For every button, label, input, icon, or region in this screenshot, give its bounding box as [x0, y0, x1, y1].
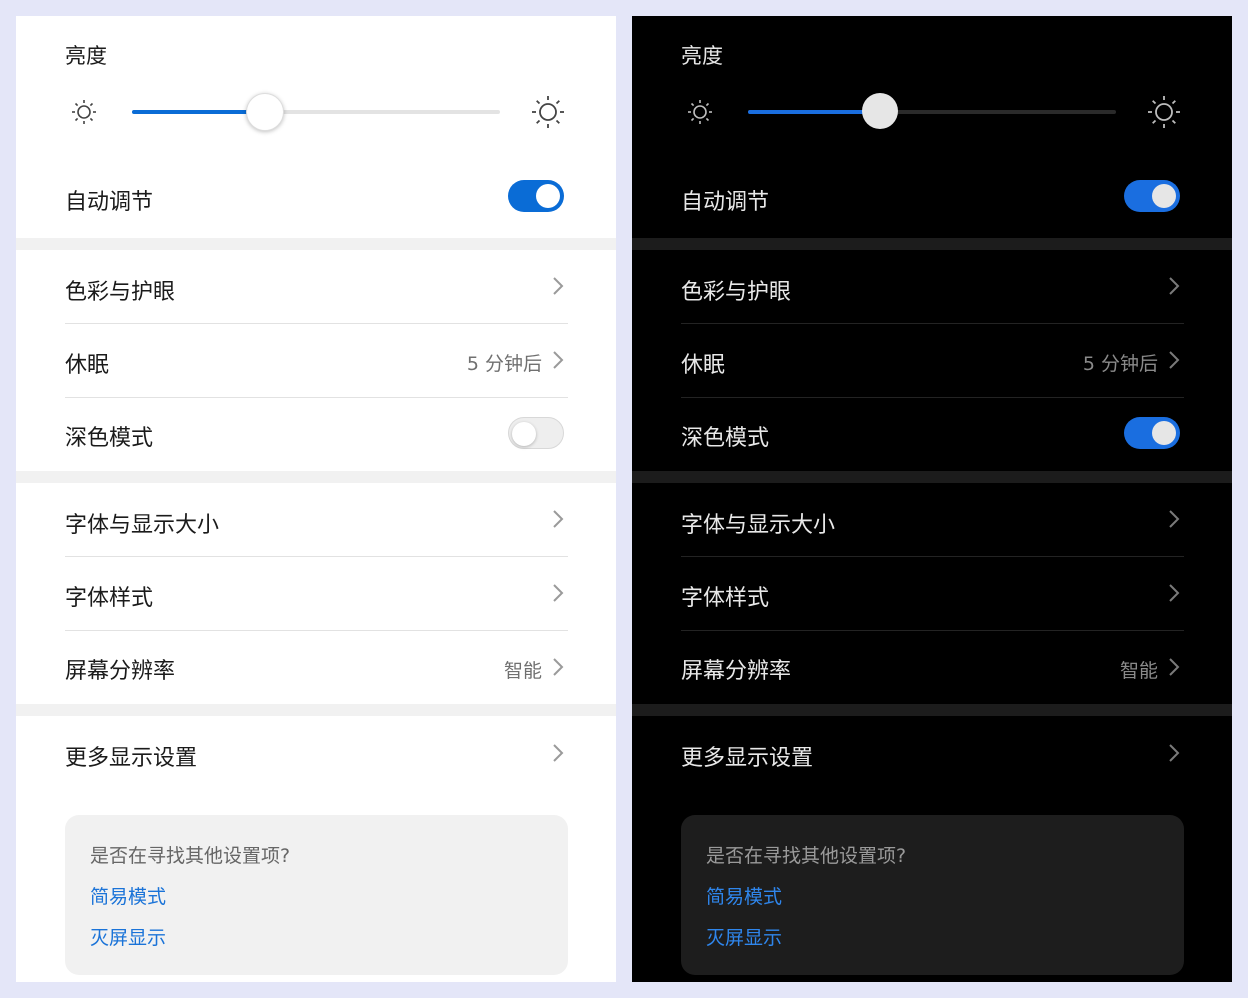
brightness-slider[interactable] [748, 93, 1116, 129]
divider [681, 556, 1184, 557]
resolution-label[interactable]: 屏幕分辨率 [681, 653, 791, 685]
more-display-label[interactable]: 更多显示设置 [65, 740, 197, 772]
section-gap [16, 704, 616, 716]
divider [65, 630, 568, 631]
sleep-label[interactable]: 休眠 [681, 347, 725, 379]
sun-large-icon [1147, 95, 1181, 129]
auto-adjust-toggle[interactable] [508, 180, 564, 212]
chevron-right-icon [550, 275, 566, 297]
divider [65, 323, 568, 324]
suggestion-question: 是否在寻找其他设置项? [90, 845, 291, 867]
chevron-right-icon [550, 582, 566, 604]
chevron-right-icon [550, 508, 566, 530]
section-gap [632, 471, 1232, 483]
aod-link[interactable]: 灭屏显示 [706, 923, 782, 950]
dark-mode-toggle[interactable] [508, 417, 564, 449]
sun-small-icon [67, 95, 101, 129]
dark-mode-label: 深色模式 [65, 426, 154, 451]
auto-adjust-label: 自动调节 [65, 190, 154, 215]
chevron-right-icon [550, 742, 566, 764]
divider [65, 556, 568, 557]
suggestion-card: 是否在寻找其他设置项? 简易模式 灭屏显示 [65, 815, 568, 975]
auto-adjust-label: 自动调节 [681, 190, 770, 215]
section-gap [632, 704, 1232, 716]
dark-mode-toggle[interactable] [1124, 417, 1180, 449]
aod-link[interactable]: 灭屏显示 [90, 923, 166, 950]
resolution-value: 智能 [503, 660, 542, 682]
simple-mode-link[interactable]: 简易模式 [90, 882, 166, 909]
chevron-right-icon [1166, 742, 1182, 764]
display-settings-dark: 亮度 自动调节 色彩与护眼 休眠 5 分钟后 深色模式 字体与显示大小 字体样式… [632, 16, 1232, 982]
resolution-label[interactable]: 屏幕分辨率 [65, 653, 175, 685]
sleep-value: 5 分钟后 [466, 353, 542, 375]
section-gap [632, 238, 1232, 250]
brightness-slider[interactable] [132, 93, 500, 131]
chevron-right-icon [1166, 508, 1182, 530]
divider [681, 397, 1184, 398]
resolution-value: 智能 [1119, 660, 1158, 682]
divider [681, 323, 1184, 324]
chevron-right-icon [1166, 275, 1182, 297]
suggestion-question: 是否在寻找其他设置项? [706, 845, 907, 867]
color-eye-label[interactable]: 色彩与护眼 [65, 274, 175, 306]
chevron-right-icon [550, 349, 566, 371]
auto-adjust-toggle[interactable] [1124, 180, 1180, 212]
chevron-right-icon [1166, 656, 1182, 678]
suggestion-card: 是否在寻找其他设置项? 简易模式 灭屏显示 [681, 815, 1184, 975]
color-eye-label[interactable]: 色彩与护眼 [681, 274, 791, 306]
brightness-slider-fill [132, 110, 265, 114]
section-gap [16, 238, 616, 250]
dark-mode-label: 深色模式 [681, 426, 770, 451]
brightness-slider-thumb[interactable] [862, 93, 899, 129]
divider [681, 630, 1184, 631]
more-display-label[interactable]: 更多显示设置 [681, 740, 813, 772]
font-display-size-label[interactable]: 字体与显示大小 [65, 507, 219, 539]
simple-mode-link[interactable]: 简易模式 [706, 882, 782, 909]
font-style-label[interactable]: 字体样式 [681, 580, 769, 612]
font-display-size-label[interactable]: 字体与显示大小 [681, 507, 835, 539]
brightness-label: 亮度 [65, 44, 107, 68]
brightness-label: 亮度 [681, 44, 723, 68]
sun-small-icon [683, 95, 717, 129]
chevron-right-icon [1166, 349, 1182, 371]
sleep-label[interactable]: 休眠 [65, 347, 109, 379]
sun-large-icon [531, 95, 565, 129]
font-style-label[interactable]: 字体样式 [65, 580, 153, 612]
sleep-value: 5 分钟后 [1082, 353, 1158, 375]
display-settings-light: 亮度 自动调节 色彩与护眼 休眠 5 分钟后 深色模式 字体与显示大小 字体样式… [16, 16, 616, 982]
section-gap [16, 471, 616, 483]
divider [65, 397, 568, 398]
chevron-right-icon [1166, 582, 1182, 604]
brightness-slider-fill [748, 110, 881, 114]
brightness-slider-thumb[interactable] [246, 93, 285, 131]
chevron-right-icon [550, 656, 566, 678]
